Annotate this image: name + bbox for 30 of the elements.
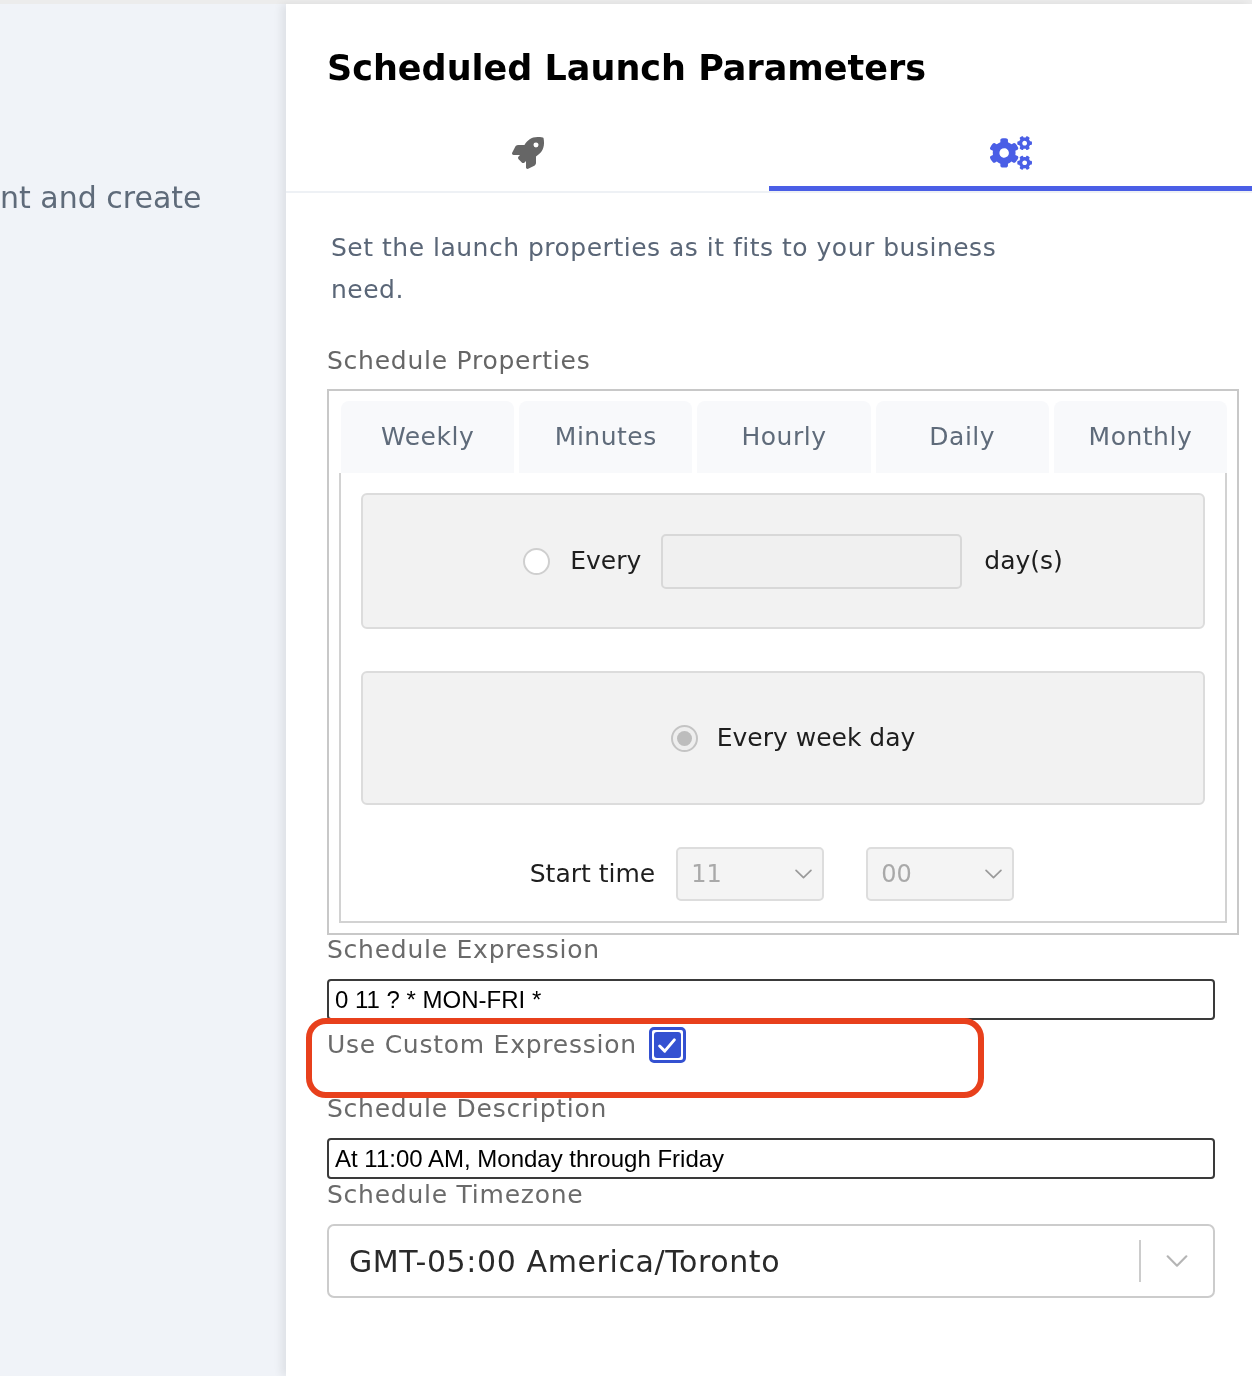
intro-text: Set the launch properties as it fits to your business need. xyxy=(331,232,998,306)
gears-icon xyxy=(989,135,1032,170)
schedule-tab[interactable]: Daily xyxy=(875,401,1049,473)
field-label: Schedule Expression xyxy=(327,935,600,965)
option-label: Every week day xyxy=(716,722,916,755)
checkbox[interactable] xyxy=(648,1027,686,1063)
chevron-down-icon xyxy=(795,869,813,879)
schedule-tab[interactable]: Monthly xyxy=(1053,401,1227,473)
panel-title: Scheduled Launch Parameters xyxy=(327,47,928,90)
chevron-down-icon xyxy=(1166,1255,1188,1267)
radio-button[interactable] xyxy=(523,547,551,575)
chevron-down-icon xyxy=(985,869,1003,879)
days-field[interactable] xyxy=(661,533,963,589)
section-label: Schedule Properties xyxy=(327,345,591,377)
field-label: Use Custom Expression xyxy=(327,1029,637,1062)
radio-button[interactable] xyxy=(670,724,698,752)
schedule-tab[interactable]: Minutes xyxy=(519,401,693,473)
rocket-icon xyxy=(511,136,544,169)
expression-field[interactable]: 0 11 ? * MON-FRI * xyxy=(327,979,1215,1020)
check-icon xyxy=(658,1037,677,1053)
schedule-tab[interactable]: Weekly xyxy=(341,401,515,473)
start-time-label: Start time xyxy=(529,858,656,891)
field-label: Schedule Timezone xyxy=(327,1180,584,1210)
background-text: nt and create xyxy=(0,179,203,217)
option-label: Every xyxy=(570,545,642,578)
field-label: Schedule Description xyxy=(327,1094,608,1124)
schedule-tab[interactable]: Hourly xyxy=(697,401,871,473)
description-field[interactable]: At 11:00 AM, Monday through Friday xyxy=(327,1138,1215,1179)
unit-label: day(s) xyxy=(984,545,1063,578)
timezone-select[interactable]: GMT-05:00 America/Toronto xyxy=(327,1224,1215,1298)
